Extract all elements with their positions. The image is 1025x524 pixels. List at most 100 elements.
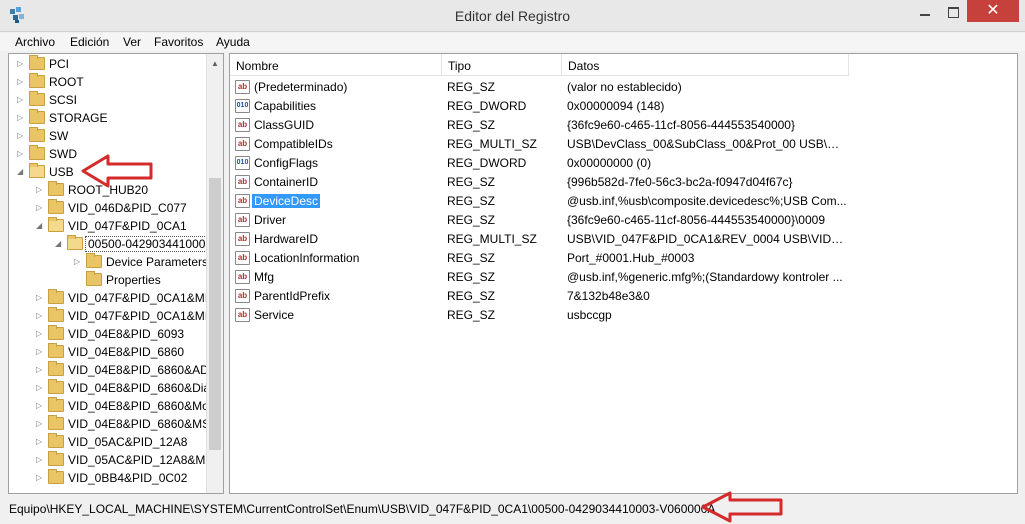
column-header-datos[interactable]: Datos [562, 54, 849, 76]
value-type: REG_SZ [447, 270, 496, 284]
value-data: (valor no establecido) [567, 80, 682, 94]
expander-icon[interactable]: ▷ [36, 346, 46, 358]
expander-icon[interactable]: ▷ [36, 436, 46, 448]
value-type: REG_DWORD [447, 99, 527, 113]
expander-icon[interactable]: ▷ [36, 328, 46, 340]
value-row[interactable]: ab (Predeterminado) REG_SZ (valor no establ… [230, 78, 1017, 97]
tree-item-label: VID_047F&PID_0CA1&MI [68, 309, 209, 323]
expander-icon[interactable] [74, 274, 84, 286]
expander-icon[interactable]: ▷ [36, 292, 46, 304]
expander-icon[interactable]: ▷ [17, 148, 27, 160]
value-type: REG_DWORD [447, 156, 527, 170]
string-value-icon: ab [235, 232, 250, 246]
expander-icon[interactable]: ▷ [36, 454, 46, 466]
value-name: Service [254, 308, 295, 322]
expander-icon[interactable]: ▷ [17, 58, 27, 70]
folder-icon [48, 415, 64, 430]
status-bar: Equipo\HKEY_LOCAL_MACHINE\SYSTEM\Current… [0, 497, 1025, 524]
expander-icon[interactable]: ▷ [74, 256, 84, 268]
value-type: REG_SZ [447, 213, 496, 227]
tree-item-label: VID_047F&PID_0CA1 [68, 219, 187, 233]
folder-icon [29, 109, 45, 124]
expander-icon[interactable]: ◢ [36, 220, 46, 232]
annotation-arrow-usb [81, 154, 153, 188]
expander-icon[interactable]: ▷ [17, 112, 27, 124]
binary-value-icon: 010 [235, 156, 250, 170]
menu-ayuda[interactable]: Ayuda [216, 35, 250, 49]
tree-item-label: VID_04E8&PID_6860 [68, 345, 185, 359]
value-row[interactable]: 010 ConfigFlags REG_DWORD 0x00000000 (0) [230, 154, 1017, 173]
value-row[interactable]: ab ClassGUID REG_SZ {36fc9e60-c465-11cf-805… [230, 116, 1017, 135]
value-type: REG_SZ [447, 308, 496, 322]
tree-item-label: Properties [106, 273, 161, 287]
value-row[interactable]: ab HardwareID REG_MULTI_SZ USB\VID_047F&PID… [230, 230, 1017, 249]
value-row[interactable]: ab Mfg REG_SZ @usb.inf,%generic.mfg%;(Stand… [230, 268, 1017, 287]
value-row[interactable]: ab Driver REG_SZ {36fc9e60-c465-11cf-8056-4… [230, 211, 1017, 230]
string-value-icon: ab [235, 80, 250, 94]
menu-favoritos[interactable]: Favoritos [154, 35, 203, 49]
folder-icon [48, 451, 64, 466]
value-row[interactable]: ab ParentIdPrefix REG_SZ 7&132b48e3&0 [230, 287, 1017, 306]
maximize-button[interactable] [939, 0, 967, 24]
tree-item-label: VID_05AC&PID_12A8 [68, 435, 188, 449]
value-type: REG_SZ [447, 251, 496, 265]
expander-icon[interactable]: ▷ [36, 310, 46, 322]
folder-icon [48, 217, 64, 232]
value-type: REG_MULTI_SZ [447, 137, 537, 151]
value-name: Mfg [254, 270, 275, 284]
folder-icon [29, 91, 45, 106]
expander-icon[interactable]: ▷ [17, 130, 27, 142]
tree-item-label: VID_046D&PID_C077 [68, 201, 187, 215]
tree-item-label: VID_04E8&PID_6860&MS [68, 417, 211, 431]
expander-icon[interactable]: ▷ [36, 382, 46, 394]
expander-icon[interactable]: ▷ [36, 418, 46, 430]
value-name: ParentIdPrefix [254, 289, 331, 303]
value-type: REG_MULTI_SZ [447, 232, 537, 246]
expander-icon[interactable]: ▷ [17, 76, 27, 88]
tree-item-label: VID_05AC&PID_12A8&M [68, 453, 206, 467]
value-data: @usb.inf,%generic.mfg%;(Standardowy kont… [567, 270, 843, 284]
value-name: Driver [254, 213, 286, 227]
expander-icon[interactable]: ▷ [36, 472, 46, 484]
expander-icon[interactable]: ◢ [55, 238, 65, 250]
menu-ver[interactable]: Ver [123, 35, 141, 49]
value-name: Capabilities [254, 99, 317, 113]
value-type: REG_SZ [447, 194, 496, 208]
annotation-arrow-path [701, 491, 783, 523]
tree-scrollbar[interactable]: ▲ [206, 54, 223, 493]
expander-icon[interactable]: ▷ [36, 184, 46, 196]
scroll-up-icon[interactable]: ▲ [211, 59, 219, 68]
tree-item-label: Device Parameters [106, 255, 209, 269]
folder-icon [29, 73, 45, 88]
expander-icon[interactable]: ◢ [17, 166, 27, 178]
folder-icon [48, 307, 64, 322]
value-row[interactable]: ab Service REG_SZ usbccgp [230, 306, 1017, 325]
minimize-button[interactable] [911, 0, 939, 24]
value-data: Port_#0001.Hub_#0003 [567, 251, 695, 265]
folder-icon [48, 343, 64, 358]
menu-archivo[interactable]: Archivo [15, 35, 55, 49]
menu-bar: Archivo Edición Ver Favoritos Ayuda [0, 33, 1025, 51]
value-row[interactable]: ab LocationInformation REG_SZ Port_#0001.Hu… [230, 249, 1017, 268]
column-header-nombre[interactable]: Nombre [230, 54, 442, 76]
menu-edicion[interactable]: Edición [70, 35, 109, 49]
registry-tree[interactable]: ▷ PCI ▷ ROOT ▷ SCSI ▷ STORAGE ▷ SW ▷ SWD ◢ USB ▷ ROOT_H… [8, 53, 224, 494]
folder-icon [48, 199, 64, 214]
value-row[interactable]: ab CompatibleIDs REG_MULTI_SZ USB\DevClass_… [230, 135, 1017, 154]
expander-icon[interactable]: ▷ [36, 400, 46, 412]
expander-icon[interactable]: ▷ [17, 94, 27, 106]
column-header-tipo[interactable]: Tipo [442, 54, 562, 76]
value-row[interactable]: ab ContainerID REG_SZ {996b582d-7fe0-56c3-b… [230, 173, 1017, 192]
tree-item-label: VID_04E8&PID_6093 [68, 327, 185, 341]
folder-icon [48, 397, 64, 412]
value-name: ConfigFlags [254, 156, 319, 170]
expander-icon[interactable]: ▷ [36, 364, 46, 376]
close-button[interactable]: ✕ [967, 0, 1019, 22]
value-data: USB\VID_047F&PID_0CA1&REV_0004 USB\VID_0… [567, 232, 847, 246]
value-row[interactable]: 010 Capabilities REG_DWORD 0x00000094 (148) [230, 97, 1017, 116]
expander-icon[interactable]: ▷ [36, 202, 46, 214]
values-list[interactable]: Nombre Tipo Datos ab (Predeterminado) REG_… [229, 53, 1018, 494]
value-row[interactable]: ab DeviceDesc REG_SZ @usb.inf,%usb\composit… [230, 192, 1017, 211]
value-type: REG_SZ [447, 80, 496, 94]
scrollbar-thumb[interactable] [209, 178, 221, 450]
